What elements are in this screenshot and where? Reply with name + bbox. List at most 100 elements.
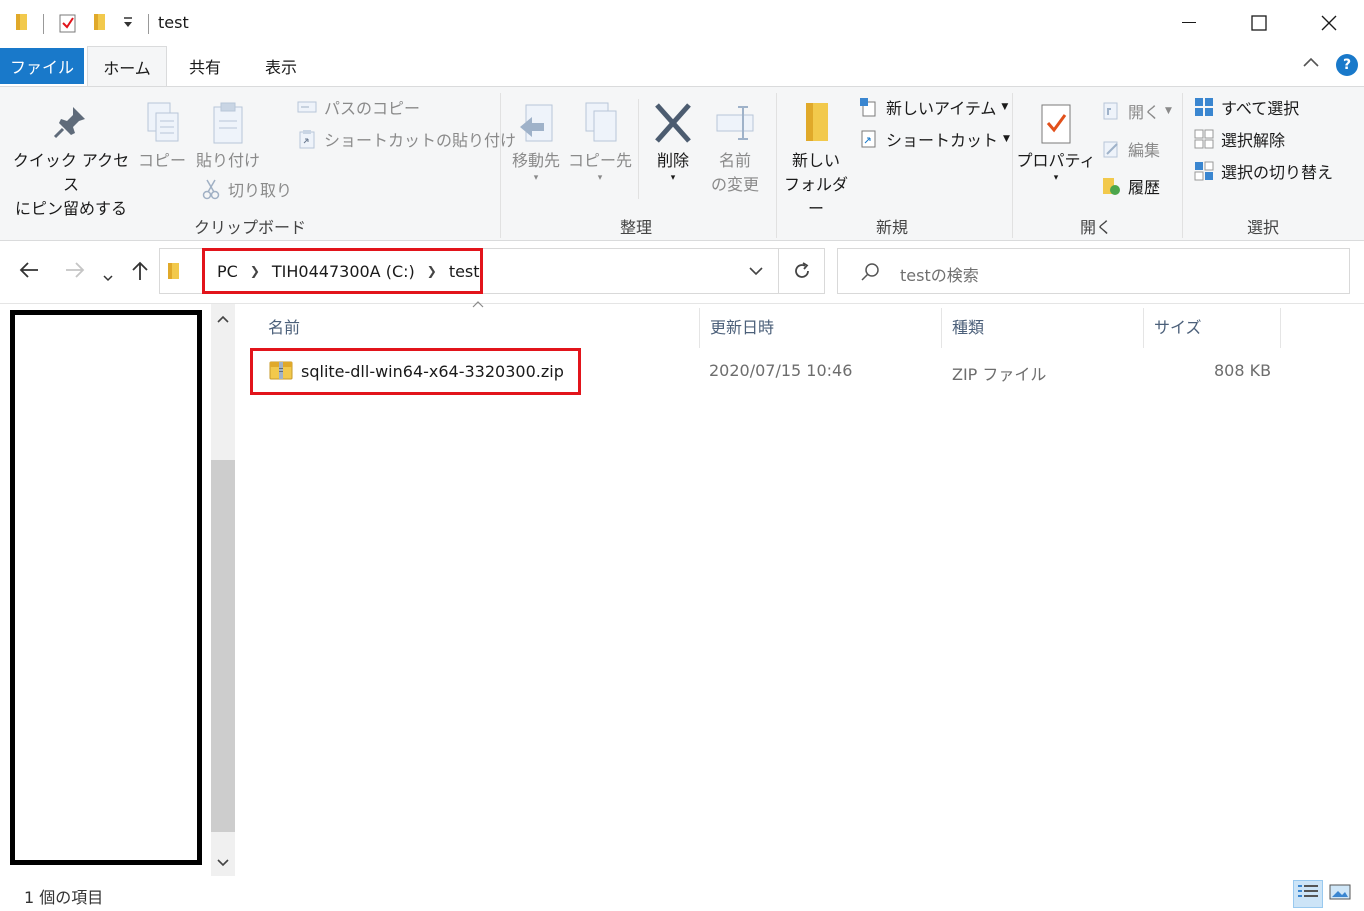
pin-to-quick-access-button[interactable]: クイック アクセス にピン留めする [8,101,134,221]
delete-button[interactable]: 削除 ▾ [646,101,700,183]
help-button[interactable]: ? [1336,54,1358,76]
properties-icon [1016,101,1096,149]
forward-arrow-icon[interactable] [64,260,86,285]
search-input[interactable]: testの検索 [900,262,979,286]
delete-x-icon [646,101,700,149]
paste-label: 貼り付け [195,151,260,170]
properties-button[interactable]: プロパティ ▾ [1016,101,1096,183]
cut-button[interactable]: 切り取り [200,177,292,201]
new-folder-label-line1: 新しい [791,151,840,170]
rename-label-line1: 名前 [718,151,751,170]
select-group-label: 選択 [1246,218,1279,237]
paste-button[interactable]: 貼り付け [192,101,264,173]
pin-label-line1: クイック アクセス [12,151,130,194]
tab-view[interactable]: 表示 [248,46,314,86]
open-icon [1100,100,1122,122]
edit-label: 編集 [1128,141,1161,160]
column-header-name[interactable]: 名前 [258,304,698,348]
copy-to-button[interactable]: コピー先 ▾ [568,101,632,183]
item-count: 1 個の項目 [24,888,104,907]
zip-folder-icon [269,359,293,385]
pin-label-line2: にピン留めする [14,199,127,218]
refresh-icon[interactable] [792,261,812,285]
clipboard-group-label: クリップボード [193,218,306,237]
properties-label: プロパティ [1016,151,1096,170]
select-all-button[interactable]: すべて選択 [1193,95,1299,119]
tab-file[interactable]: ファイル [0,48,84,84]
back-arrow-icon[interactable] [18,260,40,285]
history-label: 履歴 [1128,178,1161,197]
details-view-button[interactable] [1293,880,1323,908]
column-header-size[interactable]: サイズ [1144,304,1280,348]
large-icons-view-button[interactable] [1325,880,1355,908]
copy-path-button[interactable]: パスのコピー [296,95,420,119]
maximize-button[interactable] [1224,0,1294,46]
select-all-icon [1193,96,1215,118]
breadcrumb-item-folder[interactable]: test [449,262,480,281]
address-history-chevron-icon[interactable] [748,265,764,281]
tab-home[interactable]: ホーム [87,46,167,87]
new-group-label: 新規 [875,218,908,237]
paste-icon [192,101,264,149]
file-name-cell[interactable]: sqlite-dll-win64-x64-3320300.zip [250,348,581,395]
shortcut-button[interactable]: ショートカット ▼ [858,127,1010,151]
scrollbar-thumb[interactable] [211,460,235,832]
copy-path-label: パスのコピー [324,99,421,118]
rename-label-line2: の変更 [710,175,759,194]
scroll-up-chevron-icon[interactable] [216,312,230,328]
title-divider-2 [148,14,149,34]
edit-button[interactable]: 編集 [1100,137,1160,161]
pin-icon [8,101,134,149]
copy-label: コピー [138,151,187,170]
move-to-button[interactable]: 移動先 ▾ [506,101,566,183]
history-button[interactable]: 履歴 [1100,174,1160,198]
address-divider [778,249,779,293]
column-header-modified[interactable]: 更新日時 [700,304,940,348]
file-size: 808 KB [1214,361,1272,380]
breadcrumb-item-drive[interactable]: TIH0447300A (C:) [272,262,415,281]
status-bar: 1 個の項目 [0,876,1364,911]
redaction-box [10,310,202,865]
close-button[interactable] [1294,0,1364,46]
file-name: sqlite-dll-win64-x64-3320300.zip [301,362,564,381]
paste-shortcut-button[interactable]: ショートカットの貼り付け [296,127,516,151]
invert-selection-icon [1193,160,1215,182]
minimize-button[interactable] [1154,0,1224,46]
chevron-right-icon[interactable]: ❯ [250,264,260,278]
column-headers: 名前 更新日時 種類 サイズ [250,304,1360,348]
tab-share[interactable]: 共有 [172,46,238,86]
group-divider [500,93,501,238]
chevron-right-icon[interactable]: ❯ [427,264,437,278]
nav-pane-scrollbar[interactable] [211,304,235,876]
select-none-button[interactable]: 選択解除 [1193,127,1285,151]
column-divider[interactable] [1280,308,1281,348]
open-button[interactable]: 開く ▼ [1100,99,1172,123]
new-folder-icon [780,101,852,149]
chevron-down-icon: ▾ [1053,173,1059,183]
new-folder-qa-icon[interactable] [92,12,108,36]
recent-locations-chevron-icon[interactable] [102,264,114,288]
select-none-icon [1193,128,1215,150]
copy-button[interactable]: コピー [138,101,186,173]
invert-selection-button[interactable]: 選択の切り替え [1193,159,1333,183]
group-divider [1182,93,1183,238]
shortcut-label: ショートカット [886,131,999,150]
paste-shortcut-label: ショートカットの貼り付け [324,131,517,150]
chevron-down-icon: ▼ [1003,134,1010,144]
column-header-type[interactable]: 種類 [942,304,1142,348]
properties-qa-icon[interactable] [58,12,78,38]
up-arrow-icon[interactable] [130,260,150,287]
rename-icon [704,101,766,149]
shortcut-icon [858,128,880,150]
paste-shortcut-icon [296,128,318,150]
search-box[interactable]: testの検索 [837,248,1350,294]
new-folder-button[interactable]: 新しい フォルダー [780,101,852,221]
organize-group-label: 整理 [619,218,652,237]
customize-qa-dropdown-icon[interactable] [122,16,134,34]
rename-button[interactable]: 名前 の変更 [704,101,766,197]
scroll-down-chevron-icon[interactable] [216,856,230,872]
breadcrumb-item-pc[interactable]: PC [217,262,238,281]
new-item-button[interactable]: 新しいアイテム ▼ [858,95,1008,119]
cut-label: 切り取り [228,181,293,200]
chevron-up-icon[interactable] [1302,56,1320,72]
